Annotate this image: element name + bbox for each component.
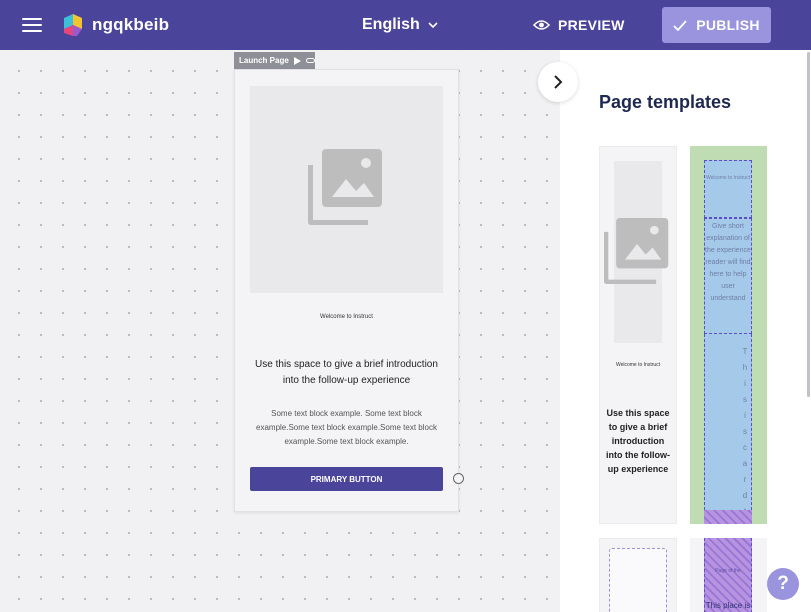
template-card[interactable]: Welcome to Instruct Give short explanati… bbox=[690, 146, 767, 524]
templates-panel: Page templates Welcome to Instruct Use t… bbox=[560, 50, 811, 612]
link-icon[interactable] bbox=[305, 58, 315, 63]
template-empty-frame bbox=[609, 548, 667, 612]
template-text: Page of the bbox=[715, 568, 741, 574]
page-tag-label: Launch Page bbox=[239, 56, 289, 65]
play-icon[interactable] bbox=[293, 56, 301, 65]
vertical-letter: s bbox=[743, 395, 747, 404]
preview-label: PREVIEW bbox=[558, 17, 625, 33]
body-text: Some text block example. Some text block… bbox=[256, 409, 437, 446]
intro-text: Use this space to give a brief introduct… bbox=[255, 359, 438, 386]
panel-scrollbar[interactable] bbox=[807, 52, 810, 397]
preview-button[interactable]: PREVIEW bbox=[533, 17, 625, 33]
publish-button[interactable]: PUBLISH bbox=[662, 7, 771, 43]
vertical-letter: i bbox=[744, 379, 746, 388]
template-card[interactable]: Page of the This place is bbox=[690, 538, 767, 612]
vertical-letter: r bbox=[743, 475, 747, 484]
publish-label: PUBLISH bbox=[696, 17, 760, 33]
template-card[interactable] bbox=[599, 538, 677, 612]
vertical-letter: d bbox=[742, 491, 748, 500]
template-card[interactable]: Welcome to Instruct Use this space to gi… bbox=[599, 146, 677, 524]
welcome-text: Welcome to Instruct bbox=[320, 314, 373, 320]
template-hatched-area bbox=[704, 510, 752, 524]
chevron-down-icon bbox=[428, 22, 438, 28]
vertical-letter: h bbox=[742, 363, 748, 372]
page-tag[interactable]: Launch Page bbox=[234, 52, 315, 69]
hamburger-icon[interactable] bbox=[22, 17, 42, 33]
vertical-letter: a bbox=[742, 459, 748, 468]
template-box-explanation: Give short explanation of the experience… bbox=[704, 218, 752, 334]
vertical-letter: T bbox=[742, 347, 748, 356]
template-box-welcome: Welcome to Instruct bbox=[704, 160, 752, 218]
launch-page-preview[interactable]: Welcome to Instruct Use this space to gi… bbox=[234, 69, 459, 512]
check-icon bbox=[673, 19, 687, 31]
image-placeholder-icon bbox=[308, 149, 382, 225]
top-bar: ngqkbeib English PREVIEW PUBLISH bbox=[0, 0, 811, 50]
collapse-panel-button[interactable] bbox=[538, 62, 578, 102]
template-welcome-text: Welcome to Instruct bbox=[615, 362, 661, 368]
image-placeholder-icon bbox=[604, 218, 669, 284]
vertical-letter: s bbox=[743, 427, 747, 436]
panel-title: Page templates bbox=[599, 92, 732, 112]
app-name: ngqkbeib bbox=[92, 15, 170, 34]
vertical-letter: i bbox=[744, 411, 746, 420]
chevron-right-icon bbox=[553, 75, 562, 89]
help-button[interactable]: ? bbox=[767, 568, 799, 600]
primary-button[interactable]: PRIMARY BUTTON bbox=[250, 467, 443, 491]
connector-handle[interactable] bbox=[453, 473, 464, 484]
template-vertical-text: Thisiscardti bbox=[740, 344, 750, 524]
template-intro-text: Use this space to give a brief introduct… bbox=[606, 408, 670, 474]
language-label: English bbox=[362, 16, 420, 33]
eye-icon bbox=[533, 20, 550, 30]
vertical-letter: c bbox=[743, 443, 747, 452]
cube-logo-icon[interactable] bbox=[60, 12, 86, 38]
language-selector[interactable]: English bbox=[362, 16, 438, 34]
template-text: This place is bbox=[705, 601, 751, 610]
image-placeholder[interactable] bbox=[250, 86, 443, 293]
